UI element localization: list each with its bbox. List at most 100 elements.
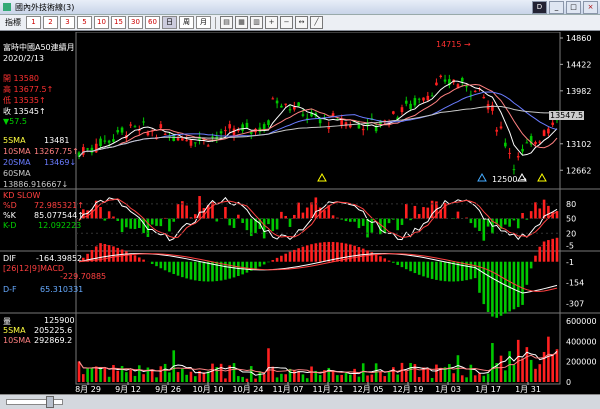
macd-bar: [358, 247, 361, 262]
period-button-0[interactable]: 1: [26, 16, 41, 29]
period-button-6[interactable]: 30: [128, 16, 143, 29]
macd-bar: [194, 262, 197, 281]
kd-bar: [194, 214, 197, 218]
macd-bar: [538, 247, 541, 262]
macd-bar: [181, 262, 184, 277]
macd-bar: [396, 262, 399, 265]
macd-bar: [207, 262, 210, 282]
kd-bar: [474, 219, 477, 228]
volume-bar: [371, 375, 374, 382]
macd-bar: [168, 262, 171, 273]
kd-bar: [228, 219, 231, 226]
stock-chart[interactable]: 1486014422139821310212662805020-5-1-154-…: [0, 32, 600, 394]
scroll-track[interactable]: [6, 399, 63, 405]
volume-bar: [470, 365, 473, 382]
macd-bar: [164, 262, 167, 271]
x-tick-label: 12月 19: [393, 385, 424, 394]
zoom-in-icon[interactable]: +: [265, 16, 278, 29]
period-button-10[interactable]: 月: [196, 16, 211, 29]
open-label: 開: [3, 74, 11, 83]
period-button-4[interactable]: 10: [94, 16, 109, 29]
volume-bar: [418, 377, 421, 382]
cursor-icon[interactable]: ↔: [295, 16, 308, 29]
volume-bar: [116, 371, 119, 382]
macd-bar: [547, 240, 550, 262]
macd-bar: [155, 262, 158, 266]
kd-bar: [353, 219, 356, 222]
d-button[interactable]: D: [532, 1, 547, 14]
sma20-line: [79, 92, 557, 157]
price-tick-label: 14860: [566, 34, 591, 43]
macd-bar: [190, 262, 193, 280]
x-tick-label: 9月 26: [155, 385, 181, 394]
candle-body: [194, 142, 197, 143]
kd-bar: [142, 219, 145, 234]
volume-bar: [319, 375, 322, 382]
candle-body: [224, 130, 227, 131]
volume-bar: [487, 374, 490, 382]
kd-bar: [224, 207, 227, 219]
candle-body: [121, 128, 124, 133]
zoom-out-icon[interactable]: −: [280, 16, 293, 29]
volume-bar: [353, 369, 356, 382]
volume-bar: [336, 375, 339, 382]
volume-bar: [147, 367, 150, 382]
volume-bar: [263, 374, 266, 382]
vol-sma5-value: 205225.6: [34, 326, 72, 335]
indicator-button[interactable]: 指標: [2, 17, 24, 28]
minimize-button[interactable]: _: [549, 1, 564, 14]
candle-body: [418, 99, 421, 100]
macd-bar: [422, 262, 425, 277]
dif-line: [79, 254, 557, 293]
kd-bar: [517, 219, 520, 229]
layout-icon[interactable]: ▤: [220, 16, 233, 29]
macd-bar: [517, 262, 520, 307]
macd-label: [26|12|9]MACD: [3, 264, 64, 273]
sma5-label: 5SMA: [3, 136, 26, 145]
x-tick-label: 8月 29: [75, 385, 101, 394]
scroll-thumb[interactable]: [46, 396, 54, 408]
maximize-button[interactable]: □: [566, 1, 581, 14]
macd-bar: [530, 262, 533, 269]
volume-bar: [203, 372, 206, 382]
kd-value: 12.092223: [38, 221, 81, 230]
kd-bar: [315, 197, 318, 218]
draw-line-icon[interactable]: ╱: [310, 16, 323, 29]
period-button-5[interactable]: 15: [111, 16, 126, 29]
period-buttons: 123510153060日周月: [26, 16, 211, 29]
candle-body: [302, 114, 305, 115]
macd-bar: [134, 255, 137, 261]
grid-icon[interactable]: ▦: [235, 16, 248, 29]
period-button-7[interactable]: 60: [145, 16, 160, 29]
candle-body: [211, 136, 214, 137]
macd-bar: [521, 262, 524, 305]
volume-bar: [538, 364, 541, 382]
x-tick-label: 11月 07: [273, 385, 304, 394]
signal-triangle-icon: [538, 174, 546, 181]
kd-bar: [151, 219, 154, 225]
vol-sma5-label: 5SMA: [3, 326, 26, 335]
candle-body: [207, 145, 210, 146]
period-button-8[interactable]: 日: [162, 16, 177, 29]
arrow-up-icon: ↑: [39, 96, 46, 105]
kd-bar: [362, 219, 365, 226]
period-button-2[interactable]: 3: [60, 16, 75, 29]
candle-body: [358, 124, 361, 128]
volume-bar: [99, 367, 102, 382]
kd-bar: [508, 219, 511, 227]
candle-body: [465, 86, 468, 87]
bar-chart-icon[interactable]: ▥: [250, 16, 263, 29]
sma60-label: 60SMA: [3, 169, 31, 178]
dif-value: -164.39852: [36, 254, 82, 263]
high-value: 13677.5: [14, 85, 47, 94]
close-button[interactable]: ×: [583, 1, 598, 14]
macd-bar: [315, 243, 318, 261]
period-button-3[interactable]: 5: [77, 16, 92, 29]
kd-bar: [280, 212, 283, 219]
volume-bar: [401, 363, 404, 382]
period-button-9[interactable]: 周: [179, 16, 194, 29]
kd-tick-label: 50: [566, 215, 576, 224]
macd-bar: [246, 262, 249, 273]
low-value: 13535: [14, 96, 39, 105]
period-button-1[interactable]: 2: [43, 16, 58, 29]
